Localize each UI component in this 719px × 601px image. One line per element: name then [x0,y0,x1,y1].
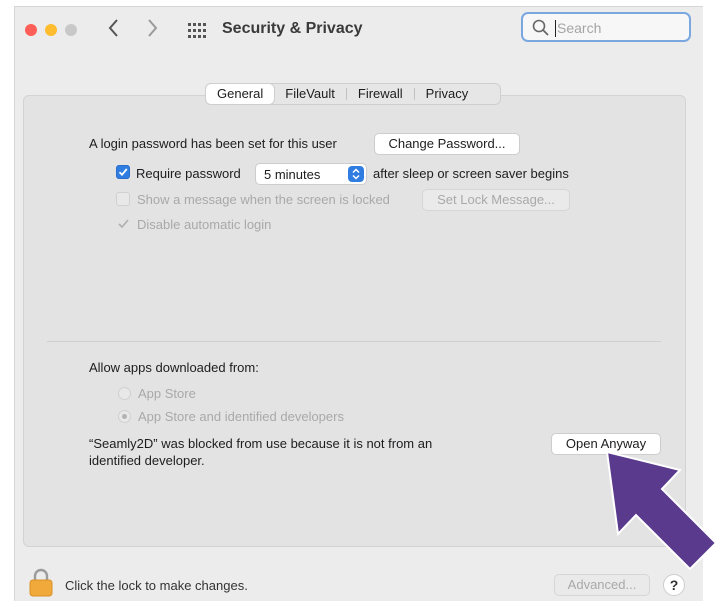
updown-chevron-icon [352,168,360,180]
tab-privacy[interactable]: Privacy [415,84,480,104]
disable-auto-login-label: Disable automatic login [137,217,272,232]
login-password-text: A login password has been set for this u… [89,136,337,151]
tab-filevault[interactable]: FileVault [274,84,346,104]
section-divider [47,341,661,342]
show-all-button[interactable] [187,21,207,46]
search-icon [532,19,549,36]
require-password-checkbox[interactable] [116,165,130,179]
search-field[interactable]: Search [521,12,691,42]
grid-icon [188,23,206,38]
chevron-right-icon [148,19,158,37]
allow-apps-heading: Allow apps downloaded from: [89,360,259,375]
change-password-button[interactable]: Change Password... [374,133,520,155]
radio-app-store-label: App Store [138,386,196,401]
forward-button[interactable] [145,17,159,44]
radio-app-store[interactable] [118,387,131,400]
close-button[interactable] [25,24,37,36]
toolbar: Security & Privacy Search [15,7,703,57]
checkmark-icon [118,168,128,177]
minimize-button[interactable] [45,24,57,36]
radio-dot [122,414,127,419]
window-title: Security & Privacy [222,20,363,37]
text-cursor [555,20,556,37]
checkmark-icon [118,219,129,229]
tab-bar: General FileVault Firewall Privacy [205,83,501,105]
radio-identified-developers[interactable] [118,410,131,423]
search-input[interactable]: Search [557,20,601,36]
lock-button[interactable] [28,567,54,601]
back-button[interactable] [107,17,121,44]
require-password-suffix: after sleep or screen saver begins [373,166,569,181]
show-message-checkbox[interactable] [116,192,130,206]
chevron-left-icon [108,19,118,37]
blocked-message-line2: identified developer. [89,453,205,468]
lock-icon [29,568,53,597]
password-delay-value: 5 minutes [264,167,321,182]
pointer-arrow-icon [605,450,718,571]
show-message-label: Show a message when the screen is locked [137,192,390,207]
blocked-message-line1: “Seamly2D” was blocked from use because … [89,436,433,451]
tab-firewall[interactable]: Firewall [347,84,414,104]
tab-general[interactable]: General [206,84,275,104]
password-delay-select[interactable]: 5 minutes [255,163,367,185]
lock-hint-text: Click the lock to make changes. [65,578,248,593]
require-password-label: Require password [136,166,241,181]
disable-auto-login-checkbox[interactable] [117,217,130,235]
zoom-button[interactable] [65,24,77,36]
set-lock-message-button[interactable]: Set Lock Message... [422,189,570,211]
radio-identified-developers-label: App Store and identified developers [138,409,344,424]
select-stepper [348,166,364,182]
